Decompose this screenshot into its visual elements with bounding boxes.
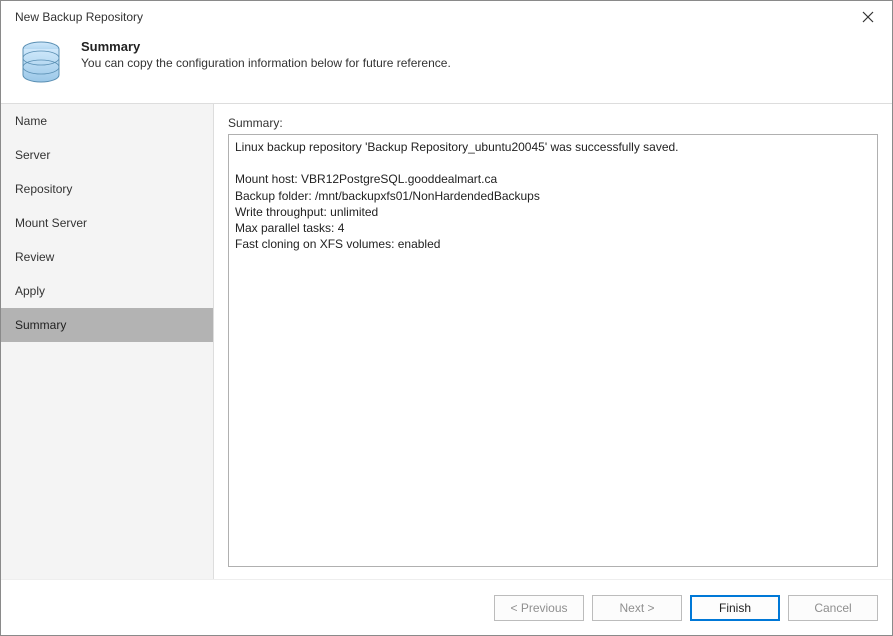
footer: < Previous Next > Finish Cancel [1,579,892,635]
next-button: Next > [592,595,682,621]
close-button[interactable] [854,3,882,31]
sidebar: Name Server Repository Mount Server Revi… [1,104,214,579]
main-panel: Summary: [214,104,892,579]
previous-button: < Previous [494,595,584,621]
close-icon [862,11,874,23]
window-title: New Backup Repository [15,10,143,24]
header-subtitle: You can copy the configuration informati… [81,56,451,70]
cancel-button: Cancel [788,595,878,621]
sidebar-item-mount-server[interactable]: Mount Server [1,206,213,240]
header-title: Summary [81,39,451,54]
header: Summary You can copy the configuration i… [1,33,892,103]
summary-label: Summary: [228,116,878,130]
dialog-window: New Backup Repository [0,0,893,636]
sidebar-item-summary[interactable]: Summary [1,308,213,342]
summary-textarea[interactable] [228,134,878,567]
sidebar-item-name[interactable]: Name [1,104,213,138]
titlebar: New Backup Repository [1,1,892,33]
finish-button[interactable]: Finish [690,595,780,621]
sidebar-item-server[interactable]: Server [1,138,213,172]
sidebar-item-apply[interactable]: Apply [1,274,213,308]
body: Name Server Repository Mount Server Revi… [1,103,892,579]
sidebar-item-repository[interactable]: Repository [1,172,213,206]
sidebar-item-review[interactable]: Review [1,240,213,274]
repository-icon [15,37,67,89]
header-text: Summary You can copy the configuration i… [81,37,451,70]
